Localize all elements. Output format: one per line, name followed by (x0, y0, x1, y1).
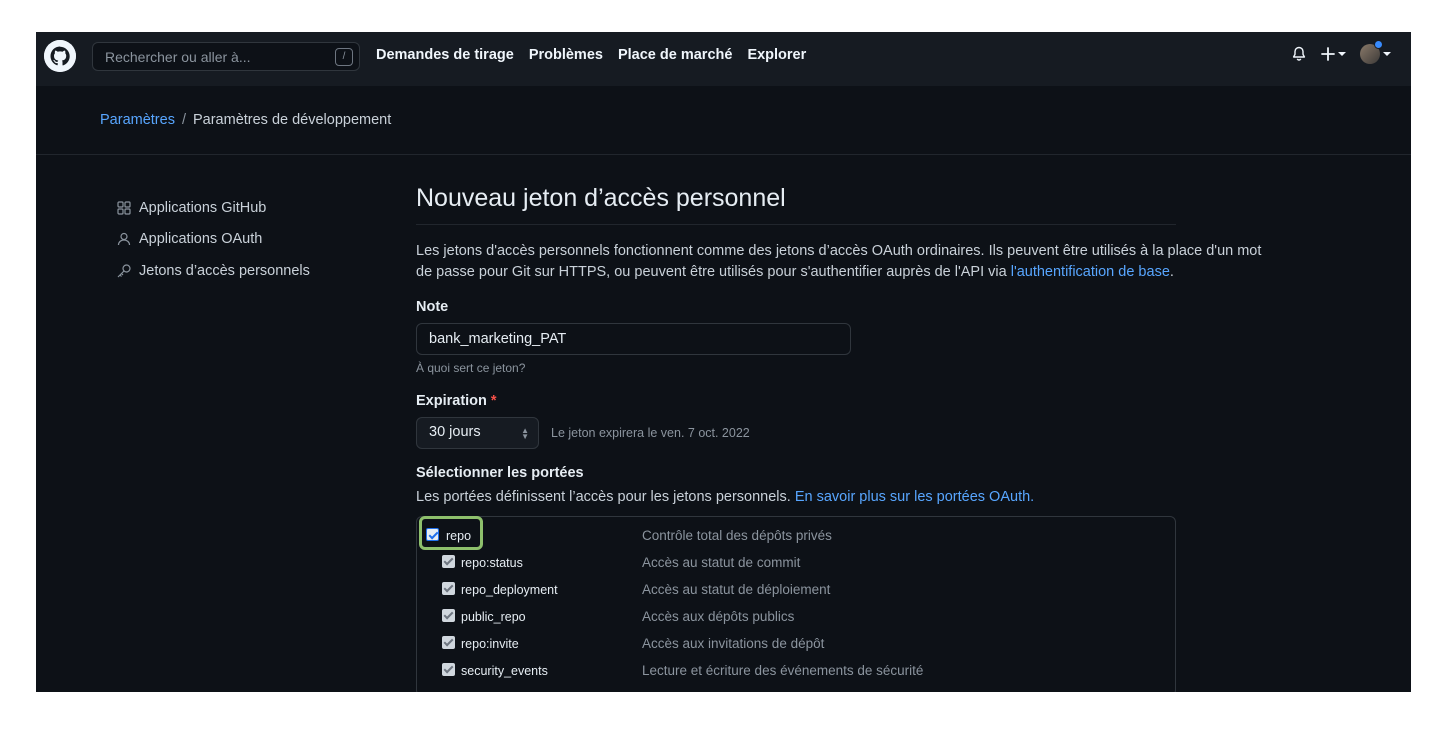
status-dot-icon (1374, 40, 1383, 49)
apps-grid-icon (116, 200, 132, 216)
scope-name: repo (446, 529, 472, 543)
checkbox-repo-invite[interactable] (442, 636, 455, 649)
scope-desc: Accès aux dépôts publics (642, 609, 795, 624)
sidebar-item-oauth-apps[interactable]: Applications OAuth (116, 224, 310, 256)
breadcrumb-bar: Paramètres / Paramètres de développement (36, 86, 1411, 155)
checkbox-repo-status[interactable] (442, 555, 455, 568)
person-icon (116, 231, 132, 247)
scope-desc: Accès aux invitations de dépôt (642, 636, 825, 651)
expiration-selected-value: 30 jours (429, 424, 481, 440)
sidebar-item-label: Applications GitHub (139, 199, 267, 216)
header-actions (1291, 40, 1391, 64)
expiration-row: 30 jours ▲ ▼ Le jeton expirera le ven. 7 … (416, 417, 1276, 449)
avatar (1360, 40, 1383, 64)
top-header: Rechercher ou aller à... / Demandes de t… (36, 32, 1411, 86)
notifications-bell-icon[interactable] (1291, 46, 1307, 62)
scope-name: repo:invite (461, 637, 519, 651)
app-frame: Rechercher ou aller à... / Demandes de t… (36, 32, 1411, 692)
expiration-date-note: Le jeton expirera le ven. 7 oct. 2022 (551, 426, 750, 440)
scope-name: repo:status (461, 556, 523, 570)
basic-auth-link[interactable]: l'authentification de base (1011, 264, 1170, 280)
select-arrows-icon: ▲ ▼ (521, 426, 529, 441)
sidebar-item-personal-access-tokens[interactable]: Jetons d’accès personnels (116, 255, 310, 287)
nav-explore[interactable]: Explorer (747, 47, 806, 63)
developer-settings-sidebar: Applications GitHub Applications OAuth J… (116, 192, 310, 287)
search-input[interactable]: Rechercher ou aller à... / (92, 42, 360, 71)
key-icon (116, 263, 132, 279)
scope-name: repo_deployment (461, 583, 558, 597)
scope-desc: Accès au statut de déploiement (642, 582, 831, 597)
breadcrumb: Paramètres / Paramètres de développement (100, 112, 391, 128)
note-hint: À quoi sert ce jeton? (416, 361, 526, 375)
scope-desc: Contrôle total des dépôts privés (642, 528, 832, 543)
scopes-label: Sélectionner les portées (416, 465, 584, 481)
description-end: . (1169, 264, 1174, 280)
github-logo-icon[interactable] (44, 40, 76, 72)
expiration-select[interactable]: 30 jours ▲ ▼ (416, 417, 539, 449)
page-title: Nouveau jeton d’accès personnel (416, 184, 786, 212)
chevron-down-icon (1383, 52, 1391, 56)
scopes-description: Les portées définissent l’accès pour les… (416, 489, 1276, 505)
required-marker: * (490, 393, 497, 409)
scope-desc: Lecture et écriture des événements de sé… (642, 663, 924, 678)
breadcrumb-current: Paramètres de développement (192, 112, 392, 128)
chevron-down-icon (1338, 52, 1346, 56)
breadcrumb-separator: / (181, 112, 186, 128)
nav-pull-requests[interactable]: Demandes de tirage (376, 47, 514, 63)
breadcrumb-settings-link[interactable]: Paramètres (100, 112, 175, 128)
scope-name: security_events (461, 664, 548, 678)
checkbox-repo-deployment[interactable] (442, 582, 455, 595)
primary-nav: Demandes de tirage Problèmes Place de ma… (376, 47, 806, 63)
scope-row-repo-invite: repo:invite Accès aux invitations de dép… (417, 633, 1175, 659)
scope-desc: Accès au statut de commit (642, 555, 801, 570)
scopes-list: repo Contrôle total des dépôts privés re… (416, 516, 1176, 692)
main-content: Nouveau jeton d’accès personnel Les jeto… (416, 184, 1276, 692)
scope-row-repo: repo Contrôle total des dépôts privés (417, 525, 1175, 551)
checkbox-security-events[interactable] (442, 663, 455, 676)
user-menu[interactable] (1360, 40, 1391, 64)
scopes-description-text: Les portées définissent l’accès pour les… (416, 489, 795, 505)
note-field[interactable]: bank_marketing_PAT (416, 323, 851, 355)
note-label: Note (416, 299, 449, 315)
scope-row-repo-deployment: repo_deployment Accès au statut de déplo… (417, 579, 1175, 605)
sidebar-item-github-apps[interactable]: Applications GitHub (116, 192, 310, 224)
sidebar-item-label: Applications OAuth (139, 231, 263, 248)
checkbox-repo[interactable] (426, 528, 439, 541)
search-placeholder: Rechercher ou aller à... (105, 49, 251, 65)
search-shortcut-key: / (335, 48, 353, 66)
scope-row-public-repo: public_repo Accès aux dépôts publics (417, 606, 1175, 632)
oauth-scopes-link[interactable]: En savoir plus sur les portées OAuth. (795, 489, 1034, 505)
create-new-plus-icon[interactable] (1321, 47, 1346, 61)
scope-row-repo-status: repo:status Accès au statut de commit (417, 552, 1175, 578)
expiration-label: Expiration * (416, 393, 1276, 409)
title-divider (416, 224, 1176, 225)
nav-marketplace[interactable]: Place de marché (618, 47, 732, 63)
sidebar-item-label: Jetons d’accès personnels (139, 262, 310, 279)
expiration-label-text: Expiration (416, 393, 487, 409)
checkbox-public-repo[interactable] (442, 609, 455, 622)
nav-issues[interactable]: Problèmes (529, 47, 603, 63)
page-description: Les jetons d'accès personnels fonctionne… (416, 241, 1276, 283)
scope-name: public_repo (461, 610, 526, 624)
scope-row-security-events: security_events Lecture et écriture des … (417, 660, 1175, 686)
